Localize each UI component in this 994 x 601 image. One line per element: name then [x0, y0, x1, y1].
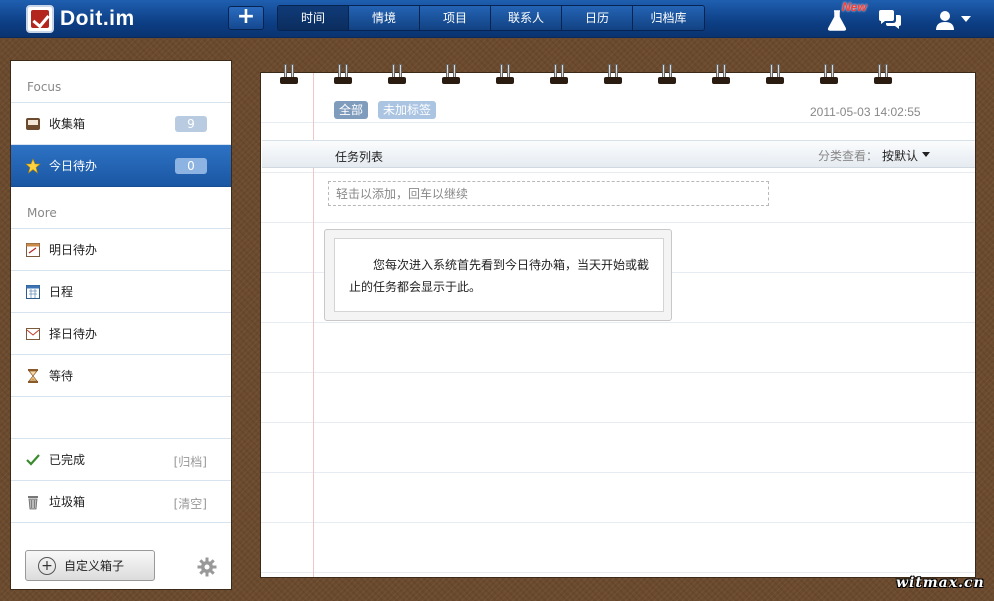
star-icon [25, 157, 41, 174]
app-logo[interactable]: Doit.im [26, 5, 135, 33]
sidebar-item-tomorrow[interactable]: 明日待办 [11, 229, 231, 271]
sidebar-section-focus: Focus [11, 61, 231, 103]
sidebar-item-label: 明日待办 [49, 243, 98, 257]
tag-untagged[interactable]: 未加标签 [378, 101, 437, 119]
task-list-title: 任务列表 [335, 150, 384, 164]
binder-ring-icon [550, 64, 568, 86]
nav-tab-calendar[interactable]: 日历 [562, 6, 633, 30]
user-menu-caret-icon[interactable] [961, 16, 971, 22]
sidebar-footer: + 自定义箱子 [11, 545, 231, 589]
sidebar-item-label: 收集箱 [49, 117, 86, 131]
inbox-icon [26, 117, 40, 130]
sidebar-item-someday[interactable]: 择日待办 [11, 313, 231, 355]
envelope-calendar-icon [26, 327, 40, 340]
plus-circle-icon: + [38, 556, 56, 575]
sort-dropdown[interactable]: 按默认 [882, 147, 918, 164]
sidebar-item-label: 今日待办 [49, 159, 98, 173]
calendar-grid-icon [26, 284, 40, 299]
nav-tab-projects[interactable]: 项目 [420, 6, 491, 30]
binder-ring-icon [280, 64, 298, 86]
sidebar-item-label: 日程 [49, 285, 74, 299]
custom-box-label: 自定义箱子 [64, 559, 125, 573]
sidebar-section-more: More [11, 187, 231, 229]
nav-tab-time[interactable]: 时间 [278, 6, 349, 30]
current-datetime: 2011-05-03 14:02:55 [810, 105, 921, 119]
archive-link[interactable]: [归档] [174, 453, 207, 470]
binder-ring-icon [442, 64, 460, 86]
sidebar-item-inbox[interactable]: 收集箱 9 [11, 103, 231, 145]
tag-all[interactable]: 全部 [334, 101, 369, 119]
sidebar-item-label: 垃圾箱 [49, 495, 86, 509]
empty-trash-link[interactable]: [清空] [174, 495, 207, 512]
quick-add-input[interactable] [328, 181, 769, 206]
sort-label: 分类查看： [818, 149, 879, 163]
binder-rings [280, 64, 900, 86]
binder-ring-icon [604, 64, 622, 86]
today-hint-text: 您每次进入系统首先看到今日待办箱，当天开始或截止的任务都会显示于此。 [334, 238, 664, 312]
trash-icon [28, 495, 38, 509]
binder-ring-icon [496, 64, 514, 86]
today-hint-box: 您每次进入系统首先看到今日待办箱，当天开始或截止的任务都会显示于此。 [324, 229, 672, 321]
binder-ring-icon [658, 64, 676, 86]
add-task-button[interactable]: + [228, 6, 264, 30]
user-icon[interactable] [934, 9, 956, 31]
sidebar-item-schedule[interactable]: 日程 [11, 271, 231, 313]
logo-check-icon [26, 5, 54, 33]
sidebar-spacer [11, 397, 231, 439]
top-bar: Doit.im + 时间 情境 项目 联系人 日历 归档库 New [0, 0, 994, 38]
sidebar-item-completed[interactable]: 已完成 [归档] [11, 439, 231, 481]
new-badge: New [842, 0, 867, 14]
main-nav: 时间 情境 项目 联系人 日历 归档库 [277, 5, 705, 31]
binder-ring-icon [334, 64, 352, 86]
gear-icon[interactable] [197, 557, 217, 577]
hourglass-icon [28, 368, 38, 383]
binder-ring-icon [766, 64, 784, 86]
tag-filter-row: 全部 未加标签 [334, 101, 437, 119]
sidebar-item-label: 等待 [49, 369, 74, 383]
sidebar-item-today[interactable]: 今日待办 0 [11, 145, 231, 187]
binder-ring-icon [388, 64, 406, 86]
nav-tab-contacts[interactable]: 联系人 [491, 6, 562, 30]
calendar-page-icon [26, 242, 40, 257]
sidebar-item-label: 已完成 [49, 453, 86, 467]
nav-tab-context[interactable]: 情境 [349, 6, 420, 30]
watermark: witmax.cn [896, 575, 985, 591]
binder-ring-icon [712, 64, 730, 86]
binder-ring-icon [874, 64, 892, 86]
sort-caret-icon[interactable] [922, 152, 930, 157]
sidebar: Focus 收集箱 9 今日待办 0 More 明日待办 日程 择日待办 等待 … [10, 60, 232, 590]
binder-ring-icon [820, 64, 838, 86]
custom-box-button[interactable]: + 自定义箱子 [25, 550, 155, 581]
inbox-count-badge: 9 [175, 116, 207, 132]
today-count-badge: 0 [175, 158, 207, 174]
task-list-header: 任务列表 分类查看： 按默认 [262, 140, 975, 168]
sidebar-item-trash[interactable]: 垃圾箱 [清空] [11, 481, 231, 523]
sidebar-item-waiting[interactable]: 等待 [11, 355, 231, 397]
sidebar-item-label: 择日待办 [49, 327, 98, 341]
nav-tab-archive[interactable]: 归档库 [633, 6, 704, 30]
app-name: Doit.im [60, 7, 135, 30]
checkmark-icon [26, 453, 40, 466]
chat-bubbles-icon[interactable] [877, 9, 903, 31]
